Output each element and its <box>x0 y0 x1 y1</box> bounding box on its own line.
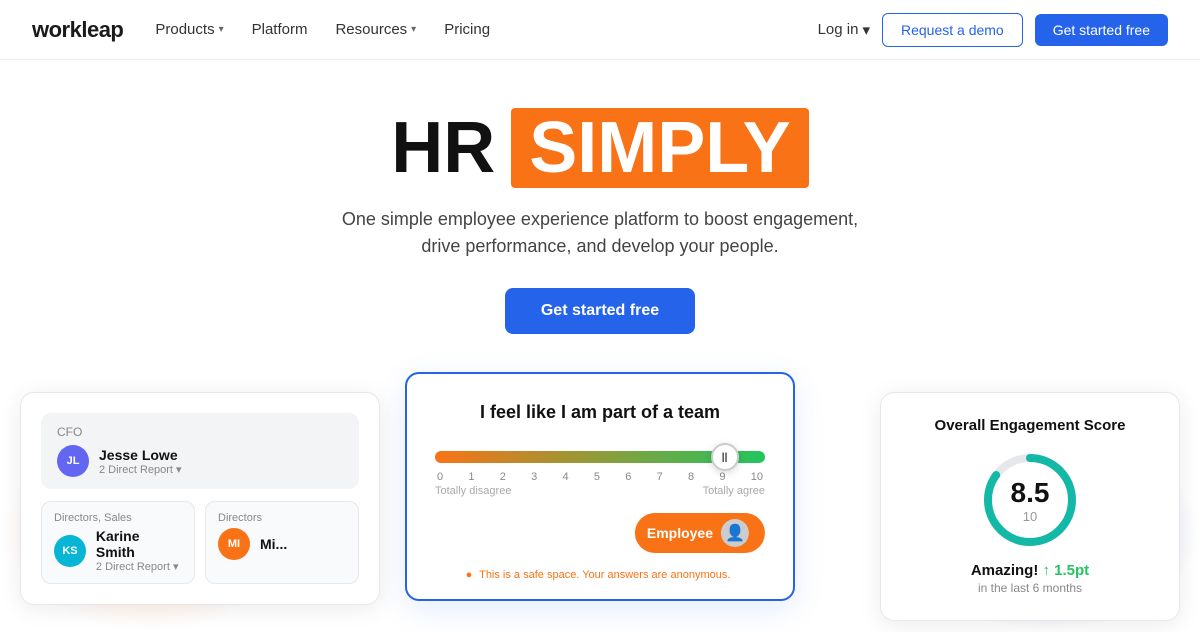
survey-card: I feel like I am part of a team || 012 3… <box>405 372 795 601</box>
karine-person: KS Karine Smith 2 Direct Report ▾ <box>54 528 182 573</box>
cfo-box: CFO JL Jesse Lowe 2 Direct Report ▾ <box>41 413 359 489</box>
employee-label: Employee <box>647 525 713 541</box>
amazing-label: Amazing! <box>971 562 1039 579</box>
navbar: workleap Products ▾ Platform Resources ▾… <box>0 0 1200 60</box>
nav-products[interactable]: Products ▾ <box>155 21 223 38</box>
employee-avatar: 👤 <box>721 519 749 547</box>
get-started-nav-button[interactable]: Get started free <box>1035 14 1168 46</box>
hero-title: HR SIMPLY <box>391 108 808 188</box>
employee-badge: Employee 👤 <box>635 513 765 553</box>
hero-subtitle: One simple employee experience platform … <box>340 206 860 260</box>
scale-track: || <box>435 451 765 463</box>
cards-section: CFO JL Jesse Lowe 2 Direct Report ▾ Dire… <box>0 372 1200 632</box>
survey-card-wrapper: I feel like I am part of a team || 012 3… <box>405 372 795 601</box>
mi-person: MI Mi... <box>218 528 346 560</box>
label-disagree: Totally disagree <box>435 485 511 497</box>
karine-reports: 2 Direct Report ▾ <box>96 560 182 573</box>
hero-section: HR SIMPLY One simple employee experience… <box>0 60 1200 382</box>
engagement-circle: 8.5 10 <box>980 450 1080 550</box>
cfo-person: JL Jesse Lowe 2 Direct Report ▾ <box>57 445 343 477</box>
nav-platform[interactable]: Platform <box>252 21 308 38</box>
survey-footer: ● This is a safe space. Your answers are… <box>435 569 765 581</box>
engagement-card: Overall Engagement Score 8.5 10 Amazing!… <box>880 392 1180 621</box>
nav-pricing[interactable]: Pricing <box>444 21 490 38</box>
label-agree: Totally agree <box>703 485 765 497</box>
scale-labels: Totally disagree Totally agree <box>435 485 765 497</box>
sales-box: Directors, Sales KS Karine Smith 2 Direc… <box>41 501 195 584</box>
engagement-period: in the last 6 months <box>978 581 1082 595</box>
logo[interactable]: workleap <box>32 17 123 43</box>
karine-avatar: KS <box>54 535 86 567</box>
request-demo-button[interactable]: Request a demo <box>882 13 1023 47</box>
sales-title: Directors, Sales <box>54 512 182 524</box>
products-caret-icon: ▾ <box>219 24 224 35</box>
resources-caret-icon: ▾ <box>411 24 416 35</box>
login-caret-icon: ▾ <box>862 21 870 39</box>
engagement-circle-wrap: 8.5 10 <box>905 450 1155 550</box>
mi-avatar: MI <box>218 528 250 560</box>
survey-scale[interactable]: || <box>435 451 765 463</box>
nav-left: workleap Products ▾ Platform Resources ▾… <box>32 17 490 43</box>
engagement-score: 8.5 <box>1011 477 1050 509</box>
directors-title: Directors <box>218 512 346 524</box>
engagement-change: ↑ 1.5pt <box>1042 562 1089 579</box>
jesse-reports: 2 Direct Report ▾ <box>99 463 182 476</box>
jesse-name: Jesse Lowe <box>99 447 182 463</box>
nav-right: Log in ▾ Request a demo Get started free <box>818 13 1168 47</box>
hero-highlight: SIMPLY <box>511 108 808 188</box>
scale-numbers: 012 345 678 910 <box>435 471 765 483</box>
nav-resources[interactable]: Resources ▾ <box>335 21 416 38</box>
org-row: Directors, Sales KS Karine Smith 2 Direc… <box>41 501 359 584</box>
safe-space-icon: ● <box>466 569 473 581</box>
jesse-avatar: JL <box>57 445 89 477</box>
hero-cta-button[interactable]: Get started free <box>505 288 695 334</box>
engagement-total: 10 <box>1023 509 1037 524</box>
org-chart-card: CFO JL Jesse Lowe 2 Direct Report ▾ Dire… <box>20 392 380 605</box>
login-button[interactable]: Log in ▾ <box>818 21 870 39</box>
karine-name: Karine Smith <box>96 528 182 560</box>
scale-thumb[interactable]: || <box>711 443 739 471</box>
nav-links: Products ▾ Platform Resources ▾ Pricing <box>155 21 490 38</box>
cfo-label: CFO <box>57 425 343 439</box>
engagement-title: Overall Engagement Score <box>905 417 1155 434</box>
survey-question: I feel like I am part of a team <box>435 402 765 423</box>
directors-box: Directors MI Mi... <box>205 501 359 584</box>
engagement-label: Amazing! ↑ 1.5pt in the last 6 months <box>905 562 1155 596</box>
mi-name: Mi... <box>260 536 287 552</box>
